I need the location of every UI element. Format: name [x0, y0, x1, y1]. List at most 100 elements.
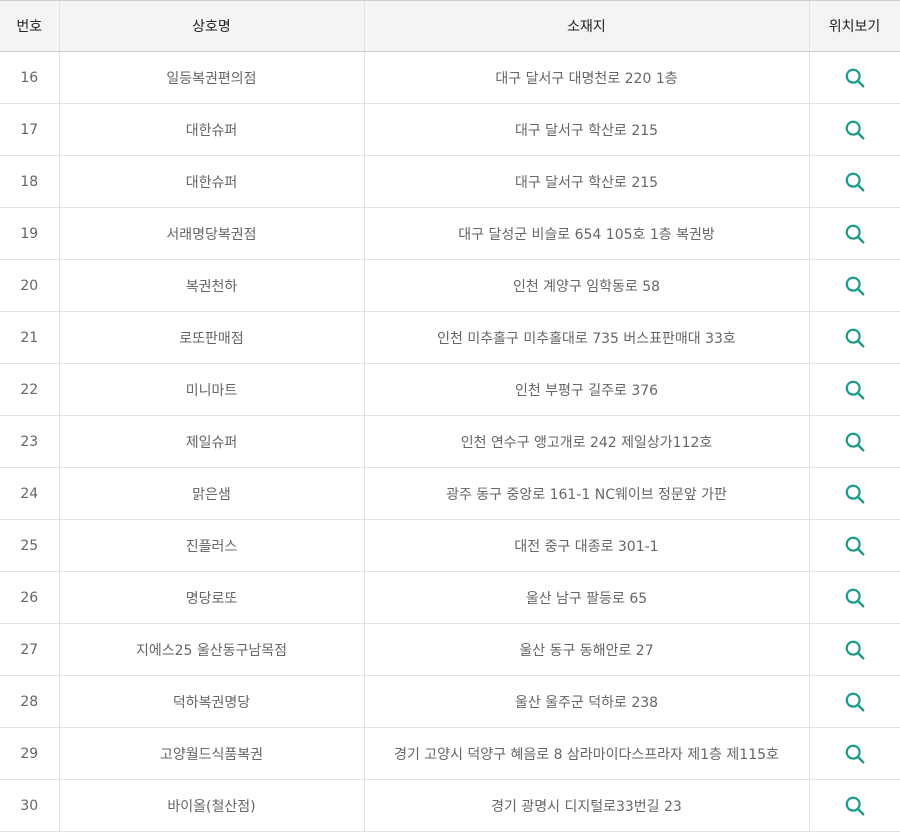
- row-number: 28: [0, 675, 59, 728]
- table-row: 29 고양월드식품복권 경기 고양시 덕양구 혜음로 8 삼라마이다스프라자 제1층…: [0, 727, 900, 780]
- store-name: 지에스25 울산동구남목점: [58, 623, 364, 676]
- lottery-store-table: 번호 상호명 소재지 위치보기 16 일등복권편의점 대구 달서구 대명천로 220…: [0, 0, 900, 832]
- location-cell: [808, 311, 900, 364]
- view-location-button[interactable]: [840, 791, 870, 821]
- view-location-button[interactable]: [840, 115, 870, 145]
- header-row: 번호 상호명 소재지 위치보기: [0, 0, 900, 52]
- store-address: 경기 고양시 덕양구 혜음로 8 삼라마이다스프라자 제1층 제115호: [363, 727, 809, 780]
- store-address: 인천 미추홀구 미추홀대로 735 버스표판매대 33호: [363, 311, 809, 364]
- row-number: 17: [0, 103, 59, 156]
- store-address: 경기 광명시 디지털로33번길 23: [363, 779, 809, 832]
- location-cell: [808, 623, 900, 676]
- search-icon: [845, 744, 864, 763]
- table-header: 번호 상호명 소재지 위치보기: [0, 0, 900, 52]
- location-cell: [808, 259, 900, 312]
- location-cell: [808, 207, 900, 260]
- table-row: 26 명당로또 울산 남구 팔등로 65: [0, 571, 900, 624]
- table-row: 18 대한슈퍼 대구 달서구 학산로 215: [0, 155, 900, 208]
- view-location-button[interactable]: [840, 323, 870, 353]
- table-row: 27 지에스25 울산동구남목점 울산 동구 동해안로 27: [0, 623, 900, 676]
- view-location-button[interactable]: [840, 739, 870, 769]
- search-icon: [845, 432, 864, 451]
- store-address: 인천 연수구 앵고개로 242 제일상가112호: [363, 415, 809, 468]
- row-number: 24: [0, 467, 59, 520]
- view-location-button[interactable]: [840, 271, 870, 301]
- table-row: 30 바이올(철산점) 경기 광명시 디지털로33번길 23: [0, 779, 900, 832]
- location-cell: [808, 519, 900, 572]
- row-number: 29: [0, 727, 59, 780]
- view-location-button[interactable]: [840, 479, 870, 509]
- row-number: 26: [0, 571, 59, 624]
- store-address: 대전 중구 대종로 301-1: [363, 519, 809, 572]
- location-cell: [808, 571, 900, 624]
- header-name: 상호명: [58, 0, 364, 52]
- store-address: 대구 달서구 대명천로 220 1층: [363, 51, 809, 104]
- row-number: 23: [0, 415, 59, 468]
- row-number: 16: [0, 51, 59, 104]
- view-location-button[interactable]: [840, 427, 870, 457]
- store-name: 대한슈퍼: [58, 155, 364, 208]
- store-name: 명당로또: [58, 571, 364, 624]
- search-icon: [845, 224, 864, 243]
- table-row: 22 미니마트 인천 부평구 길주로 376: [0, 363, 900, 416]
- store-address: 광주 동구 중앙로 161-1 NC웨이브 정문앞 가판: [363, 467, 809, 520]
- view-location-button[interactable]: [840, 63, 870, 93]
- row-number: 21: [0, 311, 59, 364]
- store-address: 대구 달성군 비슬로 654 105호 1층 복권방: [363, 207, 809, 260]
- view-location-button[interactable]: [840, 687, 870, 717]
- store-name: 일등복권편의점: [58, 51, 364, 104]
- header-address: 소재지: [363, 0, 809, 52]
- view-location-button[interactable]: [840, 219, 870, 249]
- store-name: 맑은샘: [58, 467, 364, 520]
- search-icon: [845, 640, 864, 659]
- location-cell: [808, 675, 900, 728]
- search-icon: [845, 380, 864, 399]
- store-address: 울산 남구 팔등로 65: [363, 571, 809, 624]
- row-number: 25: [0, 519, 59, 572]
- location-cell: [808, 155, 900, 208]
- table-row: 19 서래명당복권점 대구 달성군 비슬로 654 105호 1층 복권방: [0, 207, 900, 260]
- search-icon: [845, 536, 864, 555]
- search-icon: [845, 328, 864, 347]
- location-cell: [808, 103, 900, 156]
- view-location-button[interactable]: [840, 167, 870, 197]
- location-cell: [808, 51, 900, 104]
- store-address: 대구 달서구 학산로 215: [363, 155, 809, 208]
- search-icon: [845, 588, 864, 607]
- view-location-button[interactable]: [840, 375, 870, 405]
- view-location-button[interactable]: [840, 583, 870, 613]
- location-cell: [808, 779, 900, 832]
- table-row: 21 로또판매점 인천 미추홀구 미추홀대로 735 버스표판매대 33호: [0, 311, 900, 364]
- store-name: 복권천하: [58, 259, 364, 312]
- row-number: 30: [0, 779, 59, 832]
- store-name: 미니마트: [58, 363, 364, 416]
- search-icon: [845, 172, 864, 191]
- store-name: 로또판매점: [58, 311, 364, 364]
- store-address: 대구 달서구 학산로 215: [363, 103, 809, 156]
- view-location-button[interactable]: [840, 635, 870, 665]
- location-cell: [808, 467, 900, 520]
- view-location-button[interactable]: [840, 531, 870, 561]
- store-address: 인천 부평구 길주로 376: [363, 363, 809, 416]
- store-name: 대한슈퍼: [58, 103, 364, 156]
- header-location: 위치보기: [808, 0, 900, 52]
- store-name: 진플러스: [58, 519, 364, 572]
- store-name: 고양월드식품복권: [58, 727, 364, 780]
- store-address: 인천 계양구 임학동로 58: [363, 259, 809, 312]
- row-number: 20: [0, 259, 59, 312]
- row-number: 18: [0, 155, 59, 208]
- row-number: 27: [0, 623, 59, 676]
- table-row: 16 일등복권편의점 대구 달서구 대명천로 220 1층: [0, 51, 900, 104]
- location-cell: [808, 363, 900, 416]
- location-cell: [808, 727, 900, 780]
- search-icon: [845, 276, 864, 295]
- header-no: 번호: [0, 0, 59, 52]
- store-name: 제일슈퍼: [58, 415, 364, 468]
- table-row: 20 복권천하 인천 계양구 임학동로 58: [0, 259, 900, 312]
- table-row: 25 진플러스 대전 중구 대종로 301-1: [0, 519, 900, 572]
- table-row: 23 제일슈퍼 인천 연수구 앵고개로 242 제일상가112호: [0, 415, 900, 468]
- store-address: 울산 울주군 덕하로 238: [363, 675, 809, 728]
- table-body: 16 일등복권편의점 대구 달서구 대명천로 220 1층 17 대한슈퍼 대구 달서구 …: [0, 51, 900, 832]
- store-name: 바이올(철산점): [58, 779, 364, 832]
- row-number: 22: [0, 363, 59, 416]
